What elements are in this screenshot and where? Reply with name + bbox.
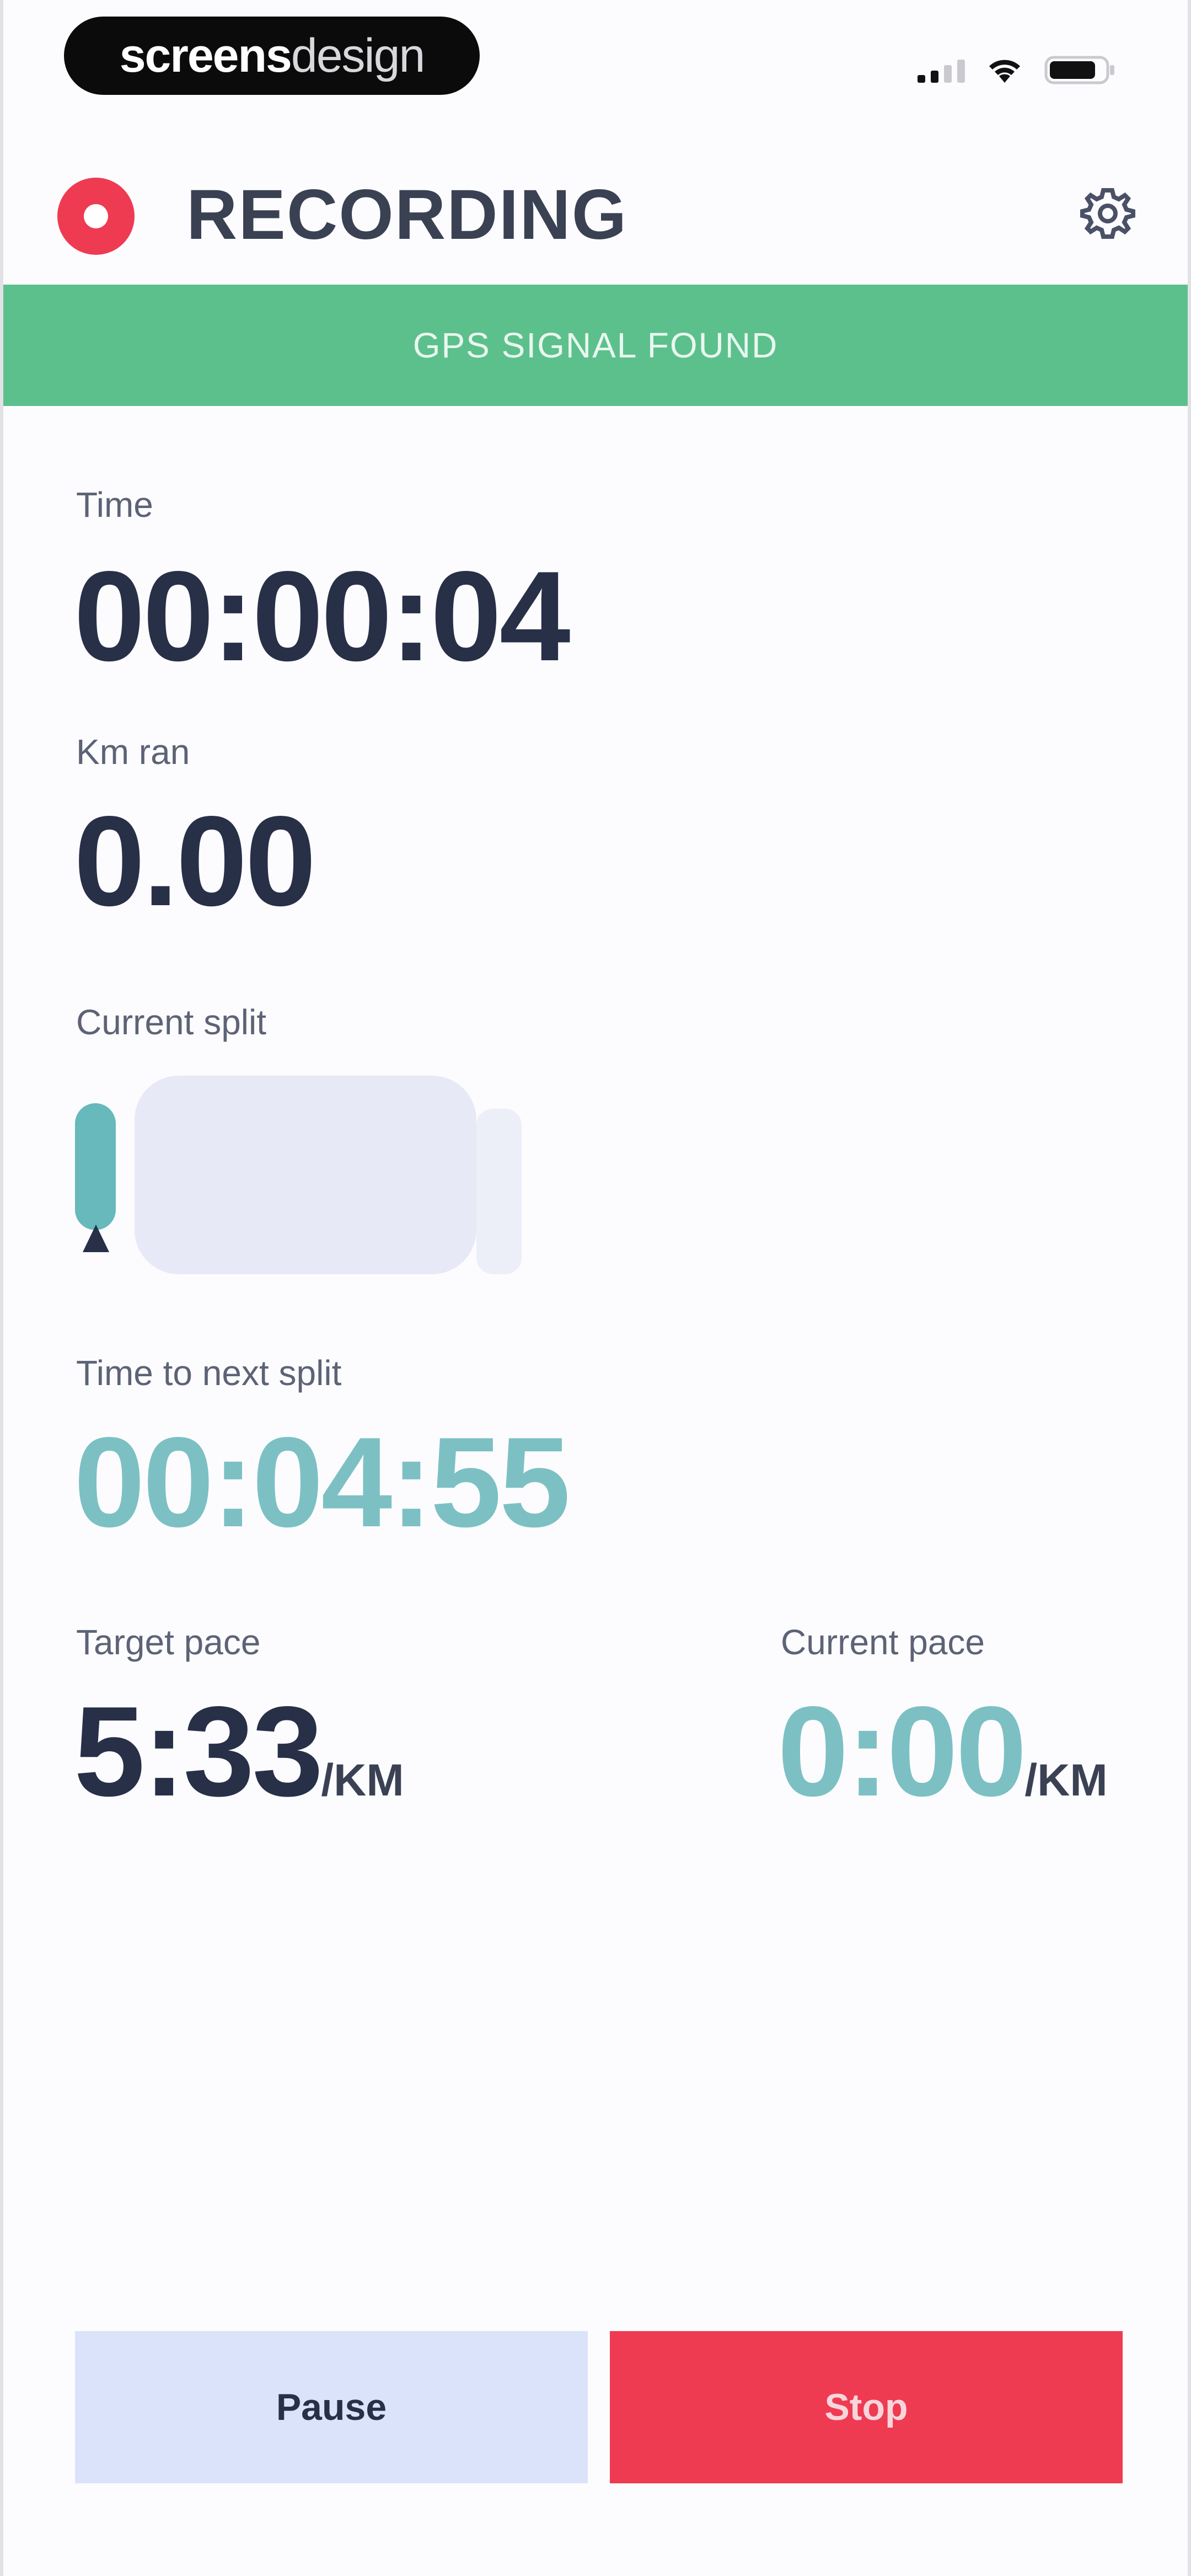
current-pace-label: Current pace xyxy=(781,1622,985,1662)
current-pace-unit: /KM xyxy=(1024,1755,1108,1805)
page-title: RECORDING xyxy=(186,175,628,254)
gps-status-text: GPS SIGNAL FOUND xyxy=(412,325,779,365)
app-header: RECORDING xyxy=(3,154,1188,287)
split-next-block xyxy=(476,1109,522,1274)
split-completed-bar xyxy=(75,1103,116,1230)
target-pace-value: 5:33 xyxy=(74,1680,323,1823)
current-pace: 0:00/KM xyxy=(777,1688,1108,1816)
settings-button[interactable] xyxy=(1072,178,1144,249)
gear-icon xyxy=(1080,188,1135,239)
stop-button[interactable]: Stop xyxy=(610,2331,1123,2483)
gps-status-banner: GPS SIGNAL FOUND xyxy=(3,285,1188,406)
split-progress-visual xyxy=(75,1070,527,1291)
battery-icon xyxy=(1044,55,1116,85)
split-position-marker xyxy=(83,1225,109,1252)
target-pace-unit: /KM xyxy=(321,1755,404,1805)
time-value: 00:00:04 xyxy=(74,545,571,688)
pause-button[interactable]: Pause xyxy=(75,2331,588,2483)
record-icon xyxy=(57,178,135,255)
brand-part-2: design xyxy=(291,29,425,82)
time-label: Time xyxy=(76,485,153,525)
distance-value: 0.00 xyxy=(74,790,316,933)
target-pace: 5:33/KM xyxy=(74,1688,404,1816)
distance-label: Km ran xyxy=(76,732,190,772)
wifi-icon xyxy=(987,56,1022,84)
status-icons xyxy=(918,51,1116,89)
next-split-label: Time to next split xyxy=(76,1353,342,1393)
brand-part-1: screens xyxy=(119,29,292,82)
status-bar: screens design xyxy=(3,0,1188,127)
split-current-block xyxy=(135,1076,476,1274)
brand-watermark: screens design xyxy=(64,17,480,95)
recording-screen: screens design RECORDING GPS SIGNAL FOUN… xyxy=(0,0,1191,2576)
current-pace-value: 0:00 xyxy=(777,1680,1027,1823)
target-pace-label: Target pace xyxy=(76,1622,261,1662)
cellular-signal-icon xyxy=(918,57,965,83)
current-split-label: Current split xyxy=(76,1002,266,1042)
next-split-value: 00:04:55 xyxy=(74,1411,571,1554)
